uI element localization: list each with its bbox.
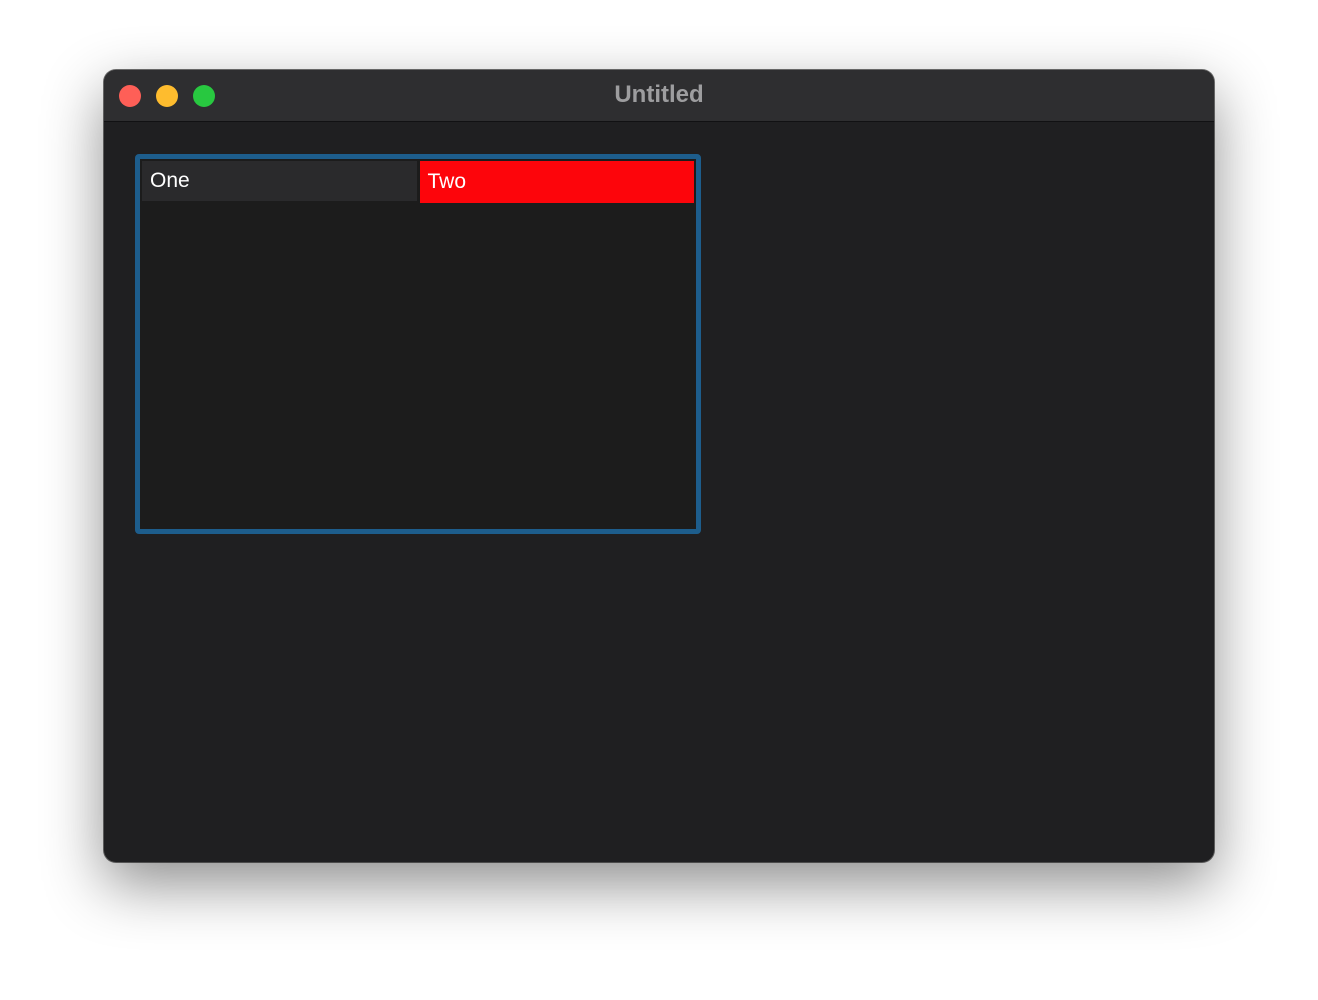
window-title: Untitled xyxy=(614,81,704,108)
tab-two[interactable]: Two xyxy=(419,161,694,203)
tab-bar: One Two xyxy=(142,161,694,203)
tab-view: One Two xyxy=(135,154,701,534)
title-bar[interactable]: Untitled xyxy=(104,70,1214,122)
tab-one[interactable]: One xyxy=(142,161,417,201)
window-content: One Two xyxy=(104,122,1214,862)
app-window: Untitled One Two xyxy=(104,70,1214,862)
